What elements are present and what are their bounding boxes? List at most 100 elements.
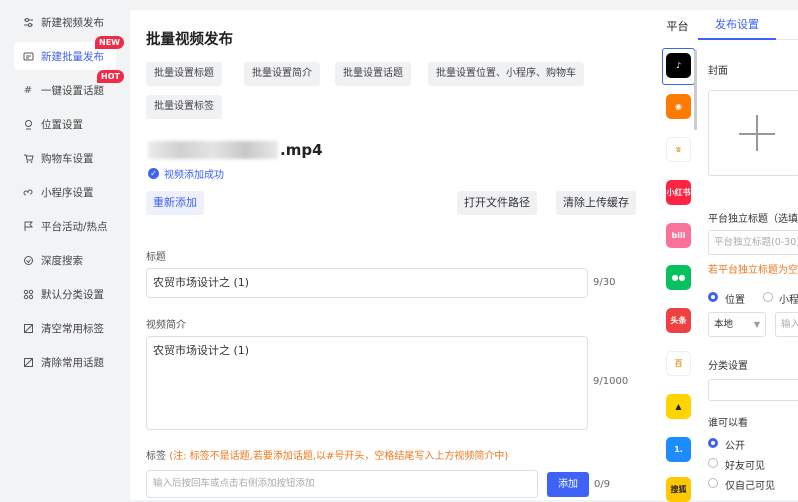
qq-icon[interactable]: ▲: [666, 394, 691, 419]
batch-set-tag-button[interactable]: 批量设置标签: [146, 95, 222, 119]
sidebar-item-new-video[interactable]: 新建视频发布: [14, 8, 116, 36]
category-label: 分类设置: [708, 361, 748, 372]
location-select[interactable]: 本地 ▼: [708, 312, 766, 337]
xiaohongshu-icon[interactable]: 小红书: [666, 180, 691, 205]
location-pin-icon: [22, 118, 34, 130]
sidebar: 新建视频发布 新建批量发布 NEW # 一键设置话题 HOT 位置设置 购物车设…: [0, 0, 130, 500]
sidebar-item-default-category[interactable]: 默认分类设置: [14, 280, 116, 308]
independent-title-hint: 若平台独立标题为空: [708, 265, 798, 276]
hash-icon: #: [23, 84, 33, 96]
page-title: 批量视频发布: [146, 32, 233, 48]
description-counter: 9/1000: [593, 376, 629, 387]
tag-note: (注: 标签不是话题,若要添加话题,以#号开头，空格结尾写入上方视频简介中): [169, 451, 509, 462]
location-select-value: 本地: [714, 319, 734, 330]
batch-set-title-button[interactable]: 批量设置标题: [146, 62, 222, 86]
sidebar-item-label: 默认分类设置: [41, 288, 104, 301]
upload-status-text: 视频添加成功: [164, 170, 224, 181]
upload-status: ✓ 视频添加成功: [148, 166, 224, 181]
new-badge: NEW: [95, 36, 124, 49]
clear-upload-cache-button[interactable]: 清除上传缓存: [556, 191, 636, 215]
tab-publish-settings[interactable]: 发布设置: [698, 10, 776, 40]
batch-set-location-button[interactable]: 批量设置位置、小程序、购物车: [428, 62, 584, 86]
sidebar-item-label: 新建视频发布: [41, 16, 104, 29]
cover-upload[interactable]: [708, 90, 798, 176]
tag-label: 标签: [146, 451, 166, 462]
re-add-button[interactable]: 重新添加: [146, 191, 204, 215]
open-file-path-button[interactable]: 打开文件路径: [457, 191, 537, 215]
description-label: 视频简介: [146, 320, 186, 331]
tag-label-row: 标签 (注: 标签不是话题,若要添加话题,以#号开头，空格结尾写入上方视频简介中…: [146, 447, 508, 462]
yidian-icon[interactable]: 1.: [666, 437, 691, 462]
bilibili-icon[interactable]: bili: [666, 223, 691, 248]
wechat-icon[interactable]: ●●: [666, 265, 691, 290]
location-radio[interactable]: [708, 292, 718, 302]
sidebar-item-label: 清除常用话题: [41, 356, 104, 369]
location-option-label: 位置: [725, 295, 745, 306]
platform-scrollbar[interactable]: [694, 50, 697, 130]
flag-icon: [22, 220, 34, 232]
platform-title: 平台: [666, 20, 689, 33]
sidebar-item-label: 小程序设置: [41, 186, 94, 199]
cover-label: 封面: [708, 66, 728, 77]
sidebar-item-label: 平台活动/热点: [41, 220, 108, 233]
visibility-friends-label: 好友可见: [725, 461, 765, 472]
sidebar-item-batch-publish[interactable]: 新建批量发布 NEW: [14, 36, 124, 70]
batch-set-intro-button[interactable]: 批量设置简介: [244, 62, 320, 86]
visibility-label: 谁可以看: [708, 418, 748, 429]
sidebar-item-label: 一键设置话题: [41, 84, 104, 97]
sidebar-item-activity[interactable]: 平台活动/热点: [14, 212, 116, 240]
category-select[interactable]: [708, 379, 798, 401]
visibility-public-label: 公开: [725, 441, 745, 452]
miniprogram-radio[interactable]: [763, 292, 773, 302]
sidebar-item-location[interactable]: 位置设置: [14, 110, 116, 138]
sohu-icon[interactable]: 搜狐: [666, 477, 691, 502]
kuaishou-icon[interactable]: ◉: [666, 94, 691, 119]
sidebar-item-cart[interactable]: 购物车设置: [14, 144, 116, 172]
platform-column: 平台 ♪ ◉ ʬ 小红书 bili ●● 头条百 ▲ 1. 搜狐: [657, 10, 698, 502]
plus-icon-vertical: [756, 115, 758, 151]
sidebar-item-label: 新建批量发布: [41, 50, 104, 63]
file-extension: .mp4: [280, 141, 323, 159]
sidebar-item-label: 深度搜索: [41, 254, 83, 267]
toutiao-icon[interactable]: 头条: [666, 308, 691, 333]
sidebar-item-deep-search[interactable]: 深度搜索: [14, 246, 116, 274]
visibility-private-radio[interactable]: [708, 478, 718, 488]
batch-icon: [22, 50, 34, 62]
sidebar-item-mini-program[interactable]: 小程序设置: [14, 178, 116, 206]
mini-program-icon: [22, 186, 34, 198]
title-counter: 9/30: [593, 277, 616, 288]
sidebar-item-label: 位置设置: [41, 118, 83, 131]
sidebar-item-label: 购物车设置: [41, 152, 94, 165]
deep-search-icon: [22, 254, 34, 266]
baijiahao-icon[interactable]: 百: [666, 351, 691, 376]
sidebar-item-clear-tags[interactable]: 清空常用标签: [14, 314, 116, 342]
sidebar-item-label: 清空常用标签: [41, 322, 104, 335]
tag-input[interactable]: 输入后按回车或点击右侧添加按钮添加: [146, 470, 538, 498]
tab-bar: 发布设置: [698, 10, 798, 40]
title-label: 标题: [146, 252, 166, 263]
sliders-icon: [22, 16, 34, 28]
independent-title-label: 平台独立标题（选填）: [708, 214, 798, 225]
cart-icon: [22, 152, 34, 164]
visibility-private-label: 仅自己可见: [725, 481, 775, 492]
visibility-public-radio[interactable]: [708, 438, 718, 448]
miniprogram-option-label: 小程序: [779, 295, 798, 306]
grid-icon: [22, 288, 34, 300]
sidebar-item-clear-topics[interactable]: 清除常用话题: [14, 348, 116, 376]
batch-set-topic-button[interactable]: 批量设置话题: [335, 62, 411, 86]
description-textarea[interactable]: 农贸市场设计之 (1): [146, 336, 588, 430]
independent-title-input[interactable]: 平台独立标题(0-30): [708, 230, 798, 255]
channel-icon[interactable]: ʬ: [666, 137, 691, 162]
batch-publish-panel: 批量视频发布 批量设置标题 批量设置简介 批量设置话题 批量设置位置、小程序、购…: [130, 10, 657, 500]
tag-counter: 0/9: [594, 479, 611, 490]
add-tag-button[interactable]: 添加: [547, 472, 589, 497]
publish-settings-panel: 发布设置 封面 平台独立标题（选填） 平台独立标题(0-30) 若平台独立标题为…: [698, 10, 798, 500]
title-input[interactable]: 农贸市场设计之 (1): [146, 268, 588, 298]
redacted-filename: [148, 141, 278, 159]
visibility-friends-radio[interactable]: [708, 458, 718, 468]
clear-tag-icon: [22, 322, 34, 334]
chevron-down-icon: ▼: [753, 320, 760, 329]
douyin-icon[interactable]: ♪: [666, 53, 691, 78]
sidebar-item-topic[interactable]: # 一键设置话题 HOT: [14, 70, 124, 104]
location-input[interactable]: 输入: [775, 312, 798, 337]
